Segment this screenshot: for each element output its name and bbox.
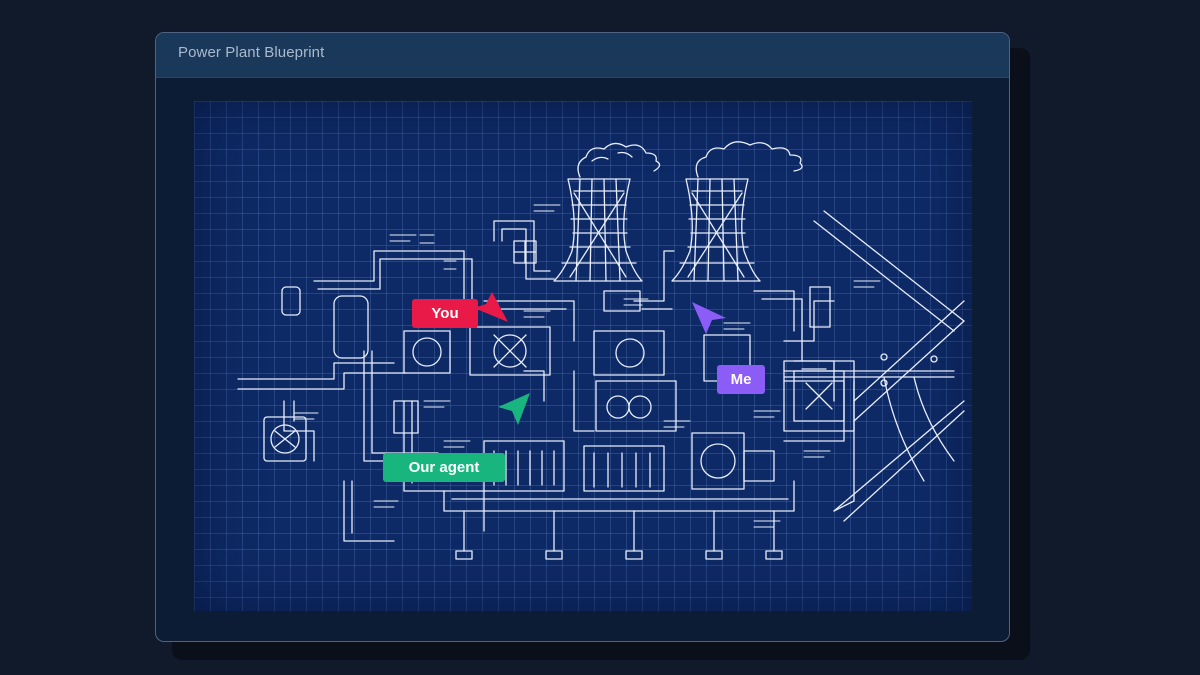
cursor-label-our-agent: Our agent bbox=[383, 453, 505, 482]
title-bar[interactable]: Power Plant Blueprint bbox=[156, 33, 1009, 78]
power-plant-blueprint-drawing bbox=[237, 141, 965, 560]
fittings bbox=[293, 204, 881, 528]
support-structure bbox=[783, 210, 965, 522]
cursor-arrow-icon bbox=[692, 302, 726, 334]
blueprint-canvas[interactable]: You Me Our agent bbox=[194, 101, 972, 611]
cursor-label-you: You bbox=[412, 299, 478, 328]
cursor-arrow-icon bbox=[474, 292, 508, 322]
equipment bbox=[263, 240, 855, 492]
cursor-arrow-icon bbox=[498, 393, 530, 425]
cursor-label-me: Me bbox=[717, 365, 765, 394]
app-window: Power Plant Blueprint You Me Our agent bbox=[155, 32, 1010, 642]
cooling-tower-right bbox=[671, 141, 803, 282]
window-title: Power Plant Blueprint bbox=[178, 44, 325, 61]
cooling-tower-left bbox=[553, 142, 661, 282]
